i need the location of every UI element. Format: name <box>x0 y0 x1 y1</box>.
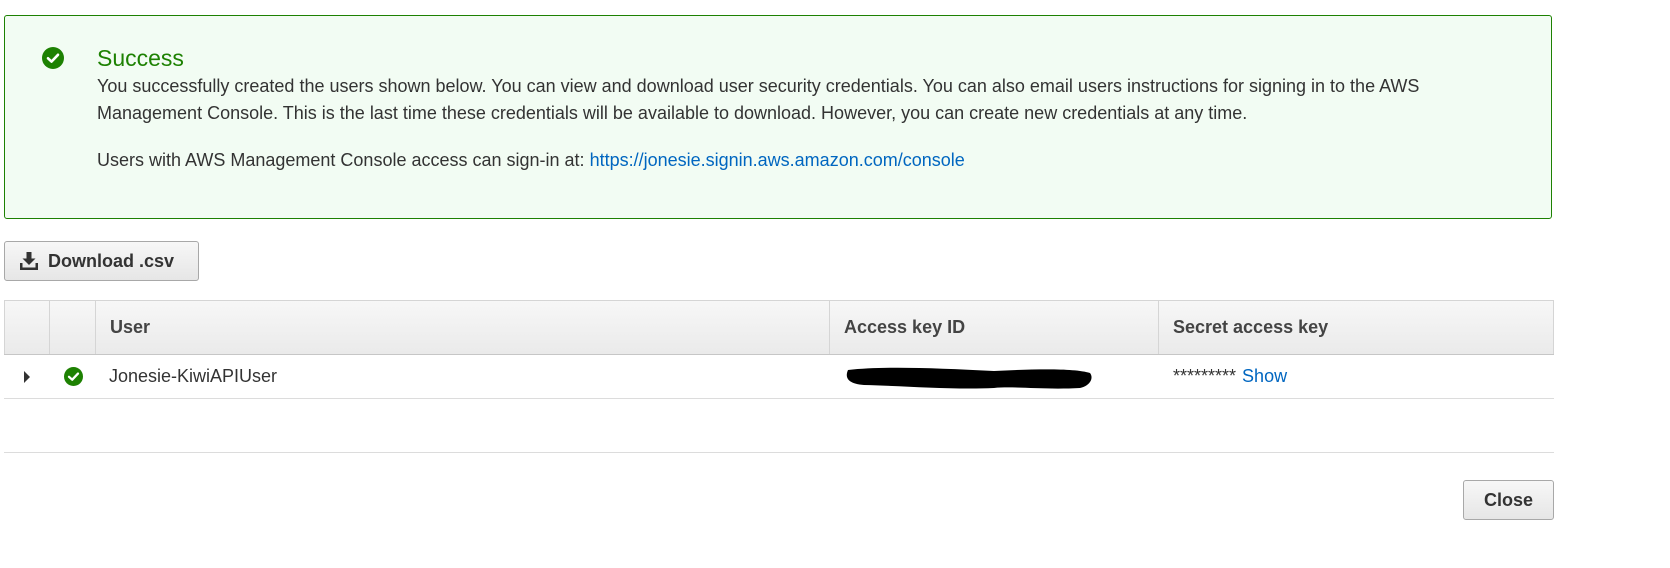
close-button[interactable]: Close <box>1463 480 1554 520</box>
secret-access-key-cell: ********* Show <box>1159 355 1554 398</box>
show-secret-link[interactable]: Show <box>1242 366 1287 387</box>
alert-title: Success <box>97 45 184 71</box>
header-expand-col <box>4 301 50 354</box>
redaction-mark <box>846 367 1092 389</box>
download-csv-label: Download .csv <box>48 250 175 271</box>
caret-right-icon[interactable] <box>23 370 31 383</box>
signin-info: Users with AWS Management Console access… <box>97 147 965 174</box>
check-circle-icon <box>63 367 83 386</box>
check-circle-icon <box>42 47 64 69</box>
secret-masked-value: ********* <box>1173 366 1237 386</box>
header-secret-access-key[interactable]: Secret access key <box>1159 301 1554 354</box>
divider <box>4 452 1554 453</box>
header-access-key-id[interactable]: Access key ID <box>830 301 1159 354</box>
table-header: User Access key ID Secret access key <box>4 300 1554 355</box>
users-table: User Access key ID Secret access key Jon… <box>4 300 1554 399</box>
header-user[interactable]: User <box>96 301 830 354</box>
row-expand-toggle[interactable] <box>4 355 50 398</box>
download-icon <box>20 251 38 270</box>
signin-url-link[interactable]: https://jonesie.signin.aws.amazon.com/co… <box>590 150 965 170</box>
header-status-col <box>50 301 96 354</box>
access-key-id-cell <box>830 355 1159 398</box>
row-status <box>50 355 96 398</box>
download-csv-button[interactable]: Download .csv <box>4 241 199 281</box>
success-alert: Success You successfully created the use… <box>4 15 1552 219</box>
signin-prefix: Users with AWS Management Console access… <box>97 150 590 170</box>
alert-message: You successfully created the users shown… <box>97 76 1420 123</box>
table-row: Jonesie-KiwiAPIUser ********* Show <box>4 355 1554 399</box>
user-name-cell: Jonesie-KiwiAPIUser <box>109 366 278 386</box>
